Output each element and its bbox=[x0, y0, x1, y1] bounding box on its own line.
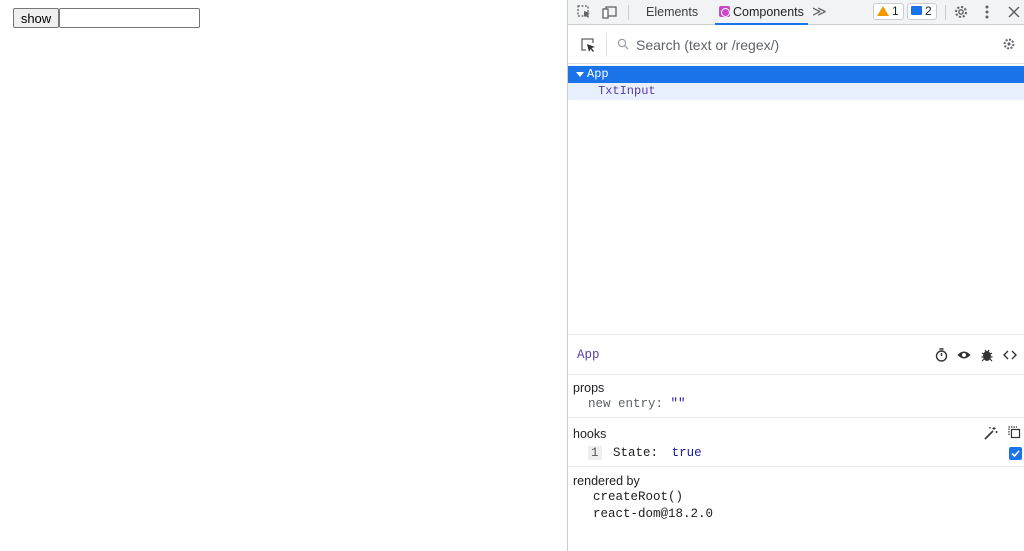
hook-value-checkbox[interactable] bbox=[1009, 447, 1022, 460]
tab-components-label: Components bbox=[733, 5, 804, 19]
message-icon bbox=[911, 6, 922, 15]
parse-hook-names-icon[interactable] bbox=[984, 426, 998, 443]
tree-item-label: TxtInput bbox=[598, 84, 656, 98]
search-input[interactable] bbox=[636, 34, 976, 56]
copy-icon[interactable] bbox=[1008, 426, 1021, 442]
warnings-badge[interactable]: 1 bbox=[873, 3, 904, 20]
tab-components[interactable]: Components bbox=[715, 0, 808, 25]
components-settings-icon[interactable] bbox=[1002, 37, 1016, 54]
hook-value[interactable]: true bbox=[672, 446, 702, 460]
hooks-section: hooks 1 State: true bbox=[568, 419, 1024, 467]
hooks-heading: hooks bbox=[573, 427, 607, 441]
hook-key: State: bbox=[613, 446, 659, 460]
bug-icon[interactable] bbox=[979, 347, 995, 363]
warning-icon bbox=[877, 6, 889, 16]
inspect-element-icon[interactable] bbox=[575, 3, 593, 21]
select-element-icon[interactable] bbox=[580, 37, 596, 53]
rendered-by-heading: rendered by bbox=[573, 474, 640, 488]
prop-row[interactable]: new entry: "" bbox=[588, 397, 686, 411]
eye-icon[interactable] bbox=[956, 347, 972, 363]
search-icon bbox=[617, 38, 629, 53]
tabbar-divider-2 bbox=[945, 5, 946, 20]
devtools-panel: Elements Components ≫ 1 2 App bbox=[567, 0, 1024, 551]
react-components-icon bbox=[719, 6, 730, 17]
tree-item-app[interactable]: App bbox=[568, 66, 1024, 83]
search-divider bbox=[606, 33, 607, 56]
messages-badge[interactable]: 2 bbox=[907, 3, 937, 20]
view-source-icon[interactable] bbox=[1002, 347, 1018, 363]
tabbar-divider bbox=[628, 5, 629, 20]
device-toolbar-icon[interactable] bbox=[601, 3, 619, 21]
tree-item-txtinput[interactable]: TxtInput bbox=[568, 83, 1024, 100]
text-input[interactable] bbox=[59, 8, 200, 28]
tree-item-label: App bbox=[587, 67, 609, 81]
close-icon[interactable] bbox=[1005, 3, 1023, 21]
tab-elements[interactable]: Elements bbox=[646, 0, 698, 25]
rendered-by-section: rendered by createRoot() react-dom@18.2.… bbox=[568, 468, 1024, 548]
kebab-menu-icon[interactable] bbox=[978, 3, 996, 21]
prop-key: new entry: bbox=[588, 397, 664, 411]
app-page: show bbox=[0, 0, 567, 551]
devtools-tabbar: Elements Components ≫ 1 2 bbox=[568, 0, 1024, 25]
stopwatch-icon[interactable] bbox=[933, 347, 949, 363]
rendered-by-item[interactable]: createRoot() bbox=[593, 490, 683, 504]
props-heading: props bbox=[573, 381, 605, 395]
hook-row[interactable]: 1 State: true bbox=[588, 446, 702, 460]
inspector-title: App bbox=[577, 348, 600, 362]
messages-count: 2 bbox=[925, 4, 932, 18]
inspector-header: App bbox=[568, 335, 1024, 375]
prop-value[interactable]: "" bbox=[671, 397, 686, 411]
settings-icon[interactable] bbox=[952, 3, 970, 21]
caret-down-icon[interactable] bbox=[576, 72, 584, 77]
show-button[interactable]: show bbox=[13, 8, 59, 28]
component-search-bar bbox=[568, 25, 1024, 64]
more-tabs-icon[interactable]: ≫ bbox=[812, 0, 827, 25]
component-inspector: App props new entry: "" hooks 1 State: t… bbox=[568, 334, 1024, 551]
props-section: props new entry: "" bbox=[568, 376, 1024, 418]
rendered-by-item: react-dom@18.2.0 bbox=[593, 507, 714, 521]
warnings-count: 1 bbox=[892, 4, 899, 18]
hook-index: 1 bbox=[588, 446, 602, 460]
